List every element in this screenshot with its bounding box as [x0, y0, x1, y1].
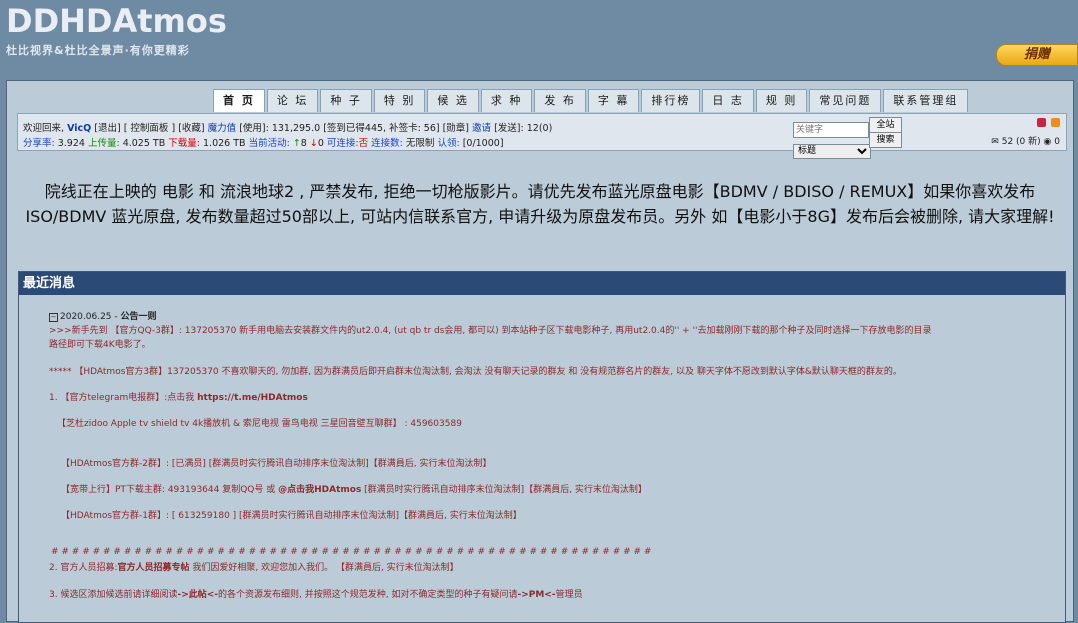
inbox-count[interactable]: 52 (0 新)	[1002, 137, 1041, 147]
logout-link[interactable]: [退出]	[94, 123, 120, 134]
user-line-2: 分享率: 3.924 上传量: 4.025 TB 下载量: 1.026 TB 当…	[23, 135, 504, 149]
username-link[interactable]: VicQ	[67, 123, 91, 134]
news-date: 2020.06.25 -	[60, 312, 118, 322]
connectable-value: 否	[358, 138, 369, 149]
eye-icon[interactable]: ◉	[1044, 137, 1052, 147]
news-para-5: 【HDAtmos官方群-2群】: [已满员] [群满员时实行腾讯自动排序末位淘汰…	[61, 459, 492, 469]
download-value: 1.026 TB	[203, 138, 246, 149]
user-info-bar: 欢迎回来, VicQ [退出] [ 控制面板 ] [收藏] 魔力值 [使用]: …	[17, 113, 1067, 159]
telegram-text: 1. 【官方telegram电报群】:点击我	[49, 393, 198, 403]
sent-count: [发送]: 12(0)	[494, 123, 553, 134]
this-post-link[interactable]: ->此帖<-	[177, 590, 218, 600]
nav-home[interactable]: 首 页	[213, 89, 265, 112]
news-para-1a: >>>新手先到 【官方QQ-3群】: 137205370 新手用电脑去安装群文件…	[49, 326, 932, 336]
nav-torrents[interactable]: 种 子	[320, 89, 372, 112]
recruit-text: 2. 官方人员招募:	[49, 563, 118, 573]
news-date-line: −2020.06.25 - 公告一则	[49, 309, 157, 322]
inbox-icon[interactable]: ✉	[991, 137, 999, 147]
recruit-link[interactable]: 官方人员招募专帖	[117, 563, 189, 573]
main-panel: 首 页 论 坛 种 子 特 别 候 选 求 种 发 布 字 幕 排行榜 日 志 …	[6, 80, 1074, 623]
connections-value: 无限制	[405, 138, 435, 149]
connectable-label: 可连接:	[326, 138, 359, 149]
seeding-icon: ↑	[292, 138, 301, 149]
news-para-1b: 路径即可下载4K电影了。	[49, 340, 151, 350]
news-para-6: 【宽带上行】PT下载主群: 493193644 复制QQ号 或 @点击我HDAt…	[61, 482, 647, 495]
search-input[interactable]	[793, 122, 869, 138]
favorites-link[interactable]: [收藏]	[178, 123, 204, 134]
nav-upload[interactable]: 发 布	[534, 89, 586, 112]
user-line-1: 欢迎回来, VicQ [退出] [ 控制面板 ] [收藏] 魔力值 [使用]: …	[23, 120, 552, 134]
main-nav: 首 页 论 坛 种 子 特 别 候 选 求 种 发 布 字 幕 排行榜 日 志 …	[213, 89, 970, 112]
user-icons: ✉ 52 (0 新) ◉ 0	[991, 118, 1060, 147]
invite-link[interactable]: 邀请	[472, 123, 491, 134]
telegram-link[interactable]: https://t.me/HDAtmos	[197, 393, 308, 403]
site-logo[interactable]: DDHDAtmos 杜比视界&杜比全景声·有你更精彩	[6, 4, 227, 58]
nav-top10[interactable]: 排行榜	[641, 89, 701, 112]
nav-log[interactable]: 日 志	[702, 89, 754, 112]
welcome-text: 欢迎回来,	[23, 123, 65, 134]
magic-label[interactable]: 魔力值	[208, 123, 237, 134]
rss-icon[interactable]	[1051, 118, 1060, 127]
ratio-label: 分享率:	[23, 138, 55, 149]
donate-button[interactable]: 捐赠	[996, 44, 1078, 66]
leeching-count: 0	[317, 138, 324, 149]
sent-box-count[interactable]: 0	[1054, 137, 1060, 147]
news-para-7: 【HDAtmos官方群-1群】: [ 613259180 ] [群满员时实行腾讯…	[61, 511, 522, 521]
collapse-icon[interactable]: −	[49, 313, 58, 322]
nav-requests[interactable]: 求 种	[480, 89, 533, 112]
logo-title: DDHDAtmos	[6, 2, 227, 40]
bandwidth-group-text: 【宽带上行】PT下载主群: 493193644 复制QQ号 或	[61, 485, 279, 495]
control-panel-link[interactable]: [ 控制面板 ]	[124, 123, 175, 134]
news-para-3: 1. 【官方telegram电报群】:点击我 https://t.me/HDAt…	[49, 390, 308, 403]
news-para-9: 2. 官方人员招募:官方人员招募专帖 我们因爱好相聚, 欢迎您加入我们。 【群满…	[49, 560, 459, 573]
recruit-tail: 我们因爱好相聚, 欢迎您加入我们。 【群满員后, 实行末位淘汰制】	[189, 563, 459, 573]
search-button[interactable]: 搜索	[869, 132, 902, 148]
search-all-button[interactable]: 全站	[869, 117, 902, 133]
news-para-2: ***** 【HDAtmos官方3群】137205370 不喜欢聊天的, 勿加群…	[49, 367, 902, 377]
active-label: 当前活动:	[248, 138, 290, 149]
candidate-mid: 的各个资源发布细则, 并按照这个规范发种, 如对不确定类型的种子有疑问请	[218, 590, 518, 600]
ratio-value: 3.924	[57, 138, 85, 149]
news-headline: 公告一则	[120, 312, 157, 322]
nav-faq[interactable]: 常见问题	[809, 89, 882, 112]
nav-forum[interactable]: 论 坛	[266, 89, 319, 112]
news-box: 最近消息 −2020.06.25 - 公告一则 >>>新手先到 【官方QQ-3群…	[18, 271, 1066, 623]
news-para-4: 【芝杜zidoo Apple tv shield tv 4k播放机 & 索尼电视…	[57, 419, 462, 429]
upload-value: 4.025 TB	[122, 138, 166, 149]
connections-label: 连接数:	[371, 138, 403, 149]
download-label: 下载量:	[168, 138, 200, 149]
search-form: 标题	[793, 117, 871, 159]
candidate-tail: 管理员	[555, 590, 583, 600]
nav-candidates[interactable]: 候 选	[427, 89, 479, 112]
news-title: 最近消息	[19, 272, 1065, 295]
feed-icon[interactable]	[1037, 118, 1047, 127]
nav-rules[interactable]: 规 则	[755, 89, 808, 112]
bandwidth-group-tail: [群满员时实行腾讯自动排序末位淘汰制]【群满員后, 实行末位淘汰制】	[361, 485, 647, 495]
seeding-count: 8	[300, 138, 307, 149]
leeching-icon: ↓	[309, 138, 318, 149]
pm-link[interactable]: ->PM<-	[517, 590, 555, 600]
site-announcement: 院线正在上映的 电影 和 流浪地球2 , 严禁发布, 拒绝一切枪版影片。请优先发…	[25, 182, 1055, 226]
logo-slogan: 杜比视界&杜比全景声·有你更精彩	[6, 44, 190, 57]
news-separator: # # # # # # # # # # # # # # # # # # # # …	[51, 547, 652, 557]
nav-subtitles[interactable]: 字 幕	[587, 89, 640, 112]
news-para-10: 3. 候选区添加候选前请详细阅读->此帖<-的各个资源发布细则, 并按照这个规范…	[49, 587, 583, 600]
claim-value: [0/1000]	[462, 138, 504, 149]
search-field-select[interactable]: 标题	[793, 143, 871, 159]
magic-value: [使用]: 131,295.0 [签到已得445, 补签卡: 56] [勋章]	[239, 123, 470, 134]
nav-contact-staff[interactable]: 联系管理组	[883, 89, 969, 112]
join-group-link[interactable]: @点击我HDAtmos	[278, 485, 361, 495]
upload-label: 上传量:	[87, 138, 120, 149]
candidate-text: 3. 候选区添加候选前请详细阅读	[49, 590, 178, 600]
claim-label[interactable]: 认领:	[437, 138, 459, 149]
nav-special[interactable]: 特 别	[373, 89, 426, 112]
news-body: −2020.06.25 - 公告一则 >>>新手先到 【官方QQ-3群】: 13…	[19, 295, 1065, 622]
